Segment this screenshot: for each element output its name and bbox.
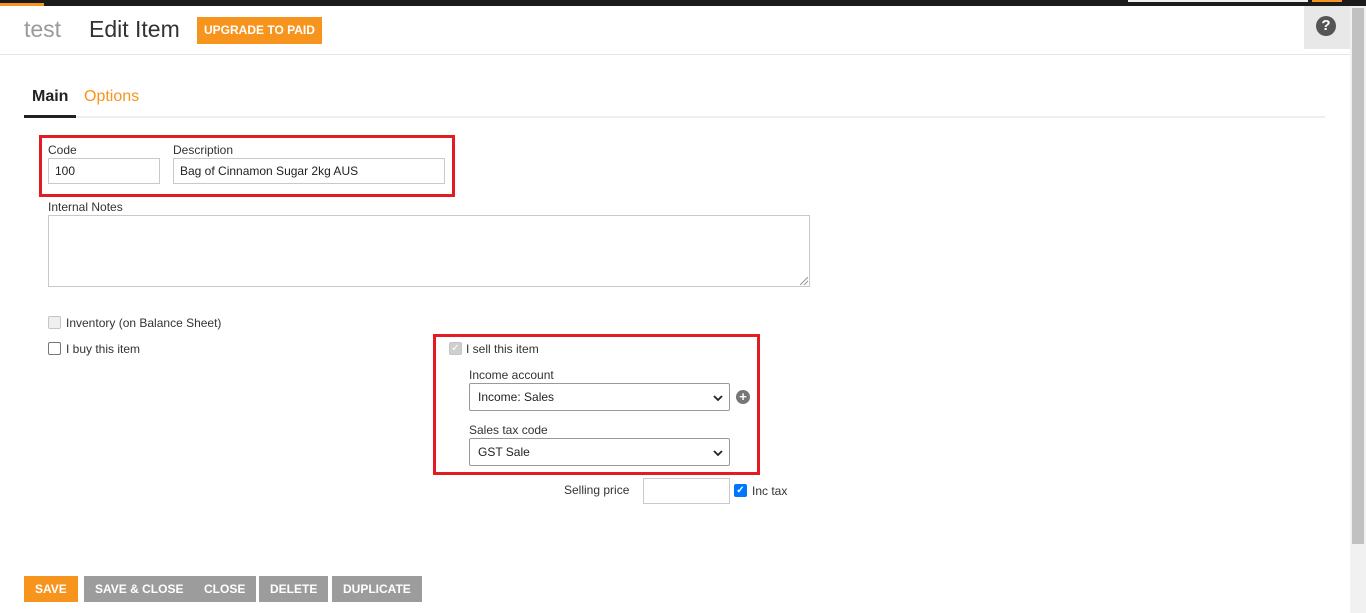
tab-options[interactable]: Options <box>84 88 139 106</box>
selling-price-field[interactable] <box>643 478 730 504</box>
sell-item-label: I sell this item <box>466 342 539 356</box>
help-icon: ? <box>1316 16 1336 36</box>
sales-tax-code-value: GST Sale <box>478 445 530 459</box>
chevron-down-icon <box>713 395 723 402</box>
add-account-icon[interactable]: + <box>736 390 750 404</box>
page-title: Edit Item <box>89 16 180 42</box>
income-account-select[interactable]: Income: Sales <box>469 383 730 411</box>
chevron-down-icon <box>713 450 723 457</box>
income-account-value: Income: Sales <box>478 390 555 404</box>
inc-tax-checkbox[interactable]: ✓ <box>734 484 747 497</box>
top-bar-accent-right <box>1312 0 1342 2</box>
scrollbar-thumb[interactable] <box>1352 8 1364 544</box>
code-field[interactable] <box>48 158 160 184</box>
inc-tax-label: Inc tax <box>752 484 788 498</box>
top-bar-search-area <box>1128 0 1308 2</box>
code-label: Code <box>48 143 77 157</box>
upgrade-button[interactable]: UPGRADE TO PAID <box>197 17 322 44</box>
tab-bar: Main Options <box>24 78 1325 118</box>
tab-main[interactable]: Main <box>24 88 76 118</box>
inventory-label: Inventory (on Balance Sheet) <box>66 316 222 330</box>
help-button[interactable]: ? <box>1304 6 1350 49</box>
buy-item-label: I buy this item <box>66 342 141 356</box>
inventory-checkbox[interactable] <box>48 316 61 329</box>
sales-tax-code-select[interactable]: GST Sale <box>469 438 730 466</box>
save-close-button[interactable]: SAVE & CLOSE <box>84 576 195 602</box>
page-header: test Edit Item UPGRADE TO PAID <box>0 6 1366 55</box>
breadcrumb[interactable]: test <box>24 16 61 43</box>
description-field[interactable] <box>173 158 445 184</box>
internal-notes-label: Internal Notes <box>48 200 123 214</box>
description-label: Description <box>173 143 234 157</box>
duplicate-button[interactable]: DUPLICATE <box>332 576 422 602</box>
selling-price-label: Selling price <box>564 483 630 497</box>
income-account-label: Income account <box>469 368 554 382</box>
internal-notes-field[interactable] <box>48 215 810 287</box>
delete-button[interactable]: DELETE <box>259 576 329 602</box>
buy-item-checkbox[interactable] <box>48 342 61 355</box>
resize-grip-icon[interactable] <box>800 277 808 285</box>
save-button[interactable]: SAVE <box>24 576 78 602</box>
close-button[interactable]: CLOSE <box>193 576 257 602</box>
sell-item-checkbox[interactable]: ✓ <box>449 342 462 355</box>
page-scrollbar[interactable] <box>1350 6 1366 613</box>
sales-tax-code-label: Sales tax code <box>469 423 548 437</box>
